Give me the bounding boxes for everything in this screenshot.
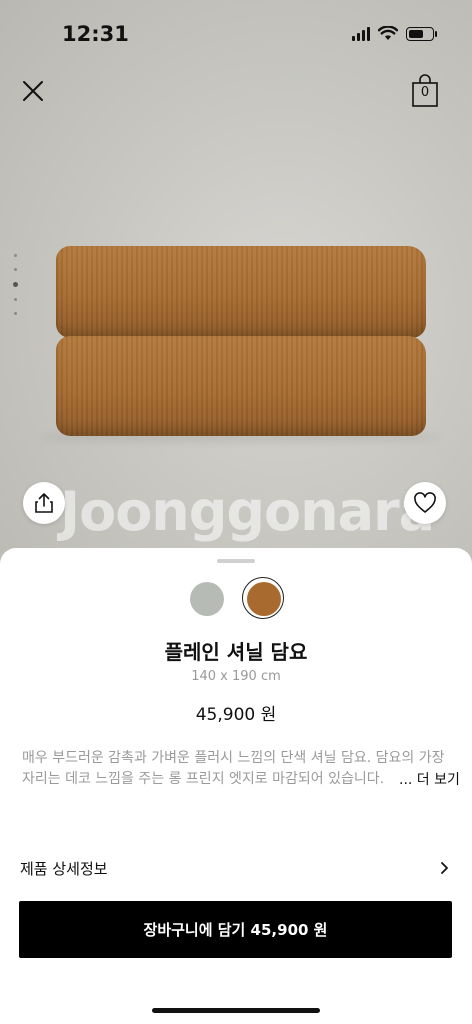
read-more-link[interactable]: ... 더 보기: [395, 769, 460, 789]
gallery-dot-active: [13, 282, 18, 287]
chevron-right-icon: [441, 862, 448, 874]
heart-icon: [414, 492, 436, 513]
gallery-dot: [14, 298, 17, 301]
product-description: 매우 부드러운 감촉과 가벼운 플러시 느낌의 단색 셔닐 담요. 담요의 가장…: [22, 750, 445, 787]
share-icon: [35, 493, 53, 513]
status-time: 12:31: [62, 22, 129, 46]
home-indicator: [152, 1008, 320, 1013]
blanket-fold-top: [56, 246, 426, 338]
gallery-dot: [14, 312, 17, 315]
share-button[interactable]: [23, 482, 65, 524]
gallery-pagination: [13, 254, 19, 326]
status-icons: [352, 26, 437, 41]
product-details-row[interactable]: 제품 상세정보: [20, 858, 452, 882]
product-photo-blanket: [56, 246, 426, 436]
product-size: 140 x 190 cm: [191, 669, 281, 684]
product-description-container: 매우 부드러운 감촉과 가벼운 플러시 느낌의 단색 셔닐 담요. 담요의 가장…: [22, 748, 452, 790]
battery-icon: [406, 26, 437, 41]
sheet-drag-handle[interactable]: [217, 559, 255, 563]
product-info-sheet: 플레인 셔닐 담요 140 x 190 cm 45,900 원 매우 부드러운 …: [0, 548, 472, 1024]
product-image-gallery[interactable]: 12:31 0 Joonggonara: [0, 0, 472, 570]
product-price: 45,900 원: [195, 705, 277, 725]
color-swatch-ochre[interactable]: [247, 582, 281, 616]
close-button[interactable]: [18, 76, 48, 106]
status-bar: 12:31: [0, 0, 472, 60]
gallery-dot: [14, 254, 17, 257]
wishlist-button[interactable]: [404, 482, 446, 524]
cellular-signal-icon: [352, 26, 370, 41]
watermark: Joonggonara: [60, 480, 435, 543]
gallery-dot: [14, 268, 17, 271]
blanket-fold-bottom: [56, 336, 426, 436]
product-details-label: 제품 상세정보: [20, 860, 108, 878]
shopping-bag-button[interactable]: 0: [410, 74, 440, 108]
add-to-cart-button[interactable]: 장바구니에 담기 45,900 원: [19, 901, 452, 958]
color-swatch-grey[interactable]: [190, 582, 224, 616]
close-icon: [23, 81, 43, 101]
product-title: 플레인 셔닐 담요: [164, 640, 308, 664]
bag-count: 0: [420, 85, 430, 100]
wifi-icon: [378, 26, 398, 40]
